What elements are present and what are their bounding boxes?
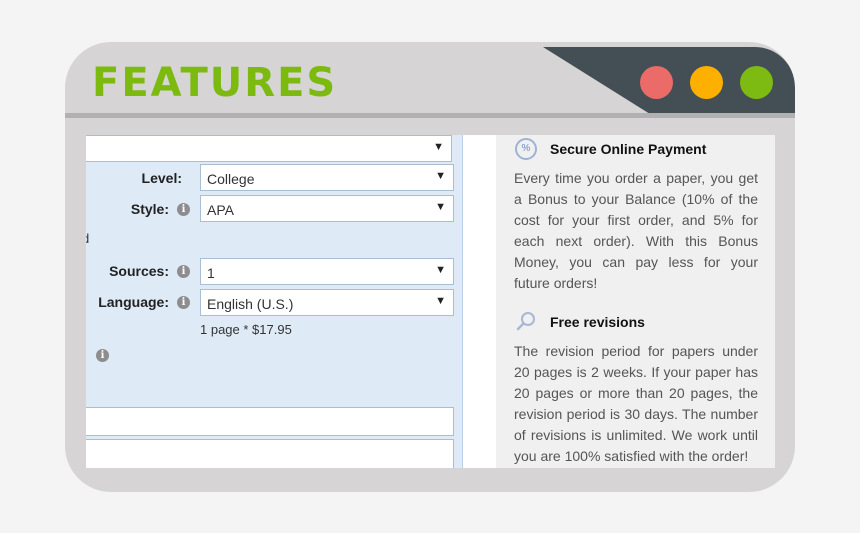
feature-heading: Free revisions xyxy=(515,311,645,333)
feature-description: Every time you order a paper, you get a … xyxy=(514,170,758,291)
style-select[interactable]: APA ▼ xyxy=(200,195,454,222)
language-label: Language: xyxy=(98,294,169,310)
level-label: Level: xyxy=(141,170,182,186)
info-icon[interactable]: i xyxy=(177,203,190,216)
page-title: FEATURES xyxy=(92,60,338,106)
level-value: College xyxy=(207,171,255,187)
feature-title: Free revisions xyxy=(550,314,645,330)
feature-heading: % Secure Online Payment xyxy=(515,138,706,160)
price-text: 1 page * $17.95 xyxy=(200,322,292,337)
sources-value: 1 xyxy=(207,265,215,281)
sources-label: Sources: xyxy=(109,263,169,279)
features-panel: % Secure Online Payment Every time you o… xyxy=(496,135,775,468)
content-area: ▼ Level: College ▼ Style: i APA ▼ d Sour… xyxy=(86,135,775,468)
partial-label: d xyxy=(86,231,89,246)
minimize-window-button[interactable] xyxy=(690,66,723,99)
info-icon[interactable]: i xyxy=(96,349,109,362)
header-divider xyxy=(65,113,795,118)
chevron-down-icon: ▼ xyxy=(433,141,444,153)
info-icon[interactable]: i xyxy=(177,296,190,309)
sources-select[interactable]: 1 ▼ xyxy=(200,258,454,285)
top-select[interactable]: ▼ xyxy=(86,135,452,162)
language-value: English (U.S.) xyxy=(207,296,294,312)
percent-icon: % xyxy=(515,138,537,160)
feature-description: The revision period for papers under 20 … xyxy=(514,343,758,464)
level-select[interactable]: College ▼ xyxy=(200,164,454,191)
chevron-down-icon: ▼ xyxy=(435,295,446,307)
style-value: APA xyxy=(207,202,234,218)
chevron-down-icon: ▼ xyxy=(435,264,446,276)
textarea[interactable] xyxy=(86,439,454,468)
chevron-down-icon: ▼ xyxy=(435,170,446,182)
browser-window-frame: FEATURES ▼ Level: College ▼ Style: i APA… xyxy=(65,42,795,492)
info-icon[interactable]: i xyxy=(177,265,190,278)
search-icon xyxy=(516,312,535,331)
chevron-down-icon: ▼ xyxy=(435,201,446,213)
feature-title: Secure Online Payment xyxy=(550,141,707,157)
pane-gap xyxy=(463,135,496,468)
language-select[interactable]: English (U.S.) ▼ xyxy=(200,289,454,316)
maximize-window-button[interactable] xyxy=(740,66,773,99)
order-form: ▼ Level: College ▼ Style: i APA ▼ d Sour… xyxy=(86,135,463,468)
close-window-button[interactable] xyxy=(640,66,673,99)
style-label: Style: xyxy=(130,201,169,217)
text-input[interactable] xyxy=(86,407,454,436)
